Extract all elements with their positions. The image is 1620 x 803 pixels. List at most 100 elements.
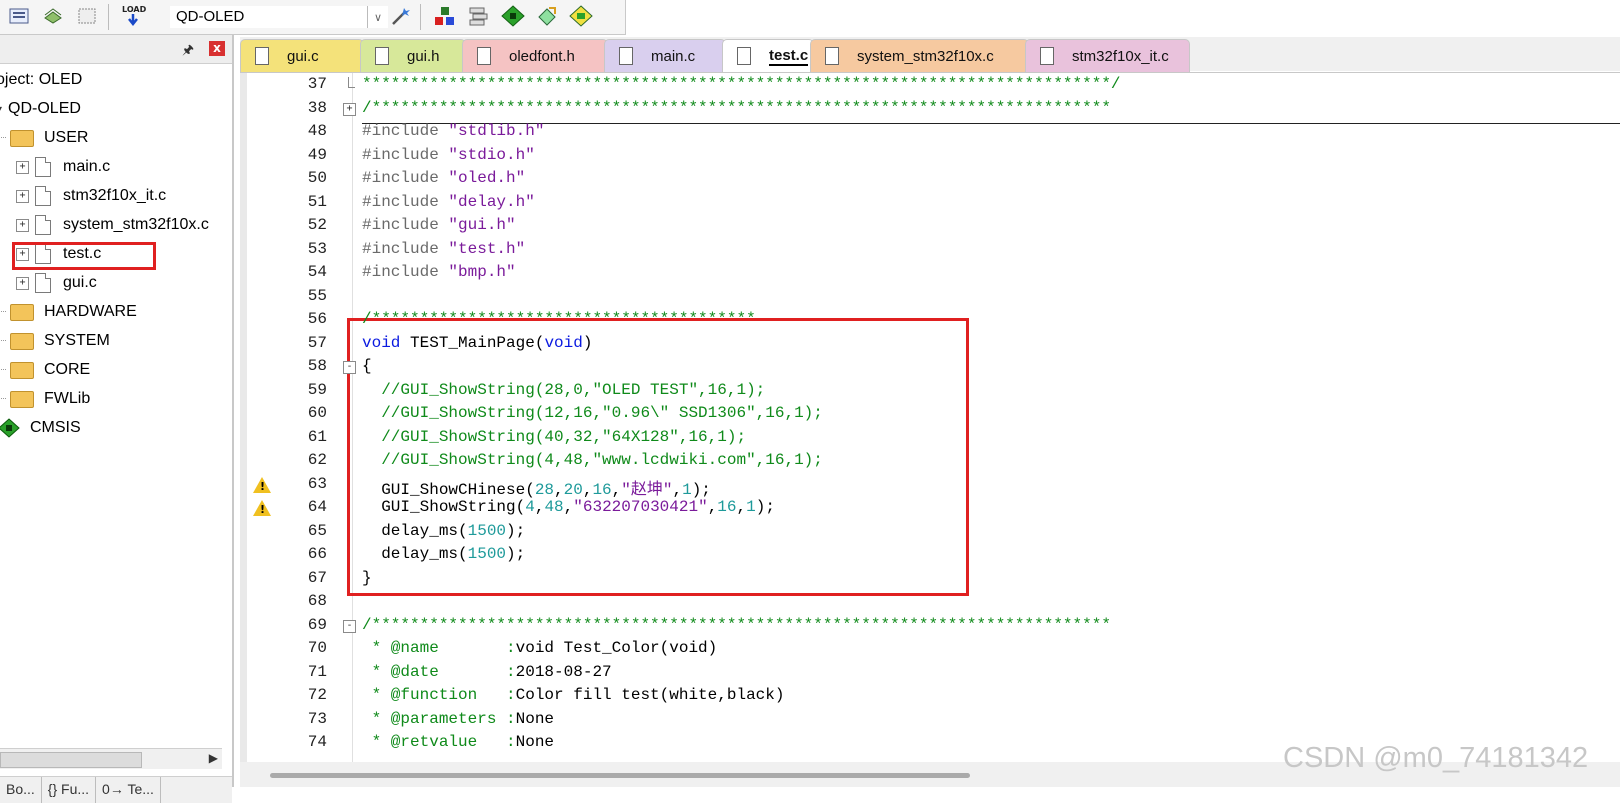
code-token: #include — [362, 169, 449, 187]
horizontal-scrollbar[interactable]: ▶ — [0, 748, 222, 769]
code-line[interactable]: /***************************************… — [362, 616, 1111, 634]
warning-icon[interactable]: ! — [253, 476, 271, 493]
tree-item[interactable]: ▾ QD-OLED — [0, 96, 81, 122]
project-panel-header: 🖈 x — [0, 35, 232, 64]
code-line[interactable]: GUI_ShowString(4,48,"632207030421",16,1)… — [362, 498, 775, 516]
pack-installer-icon[interactable] — [500, 3, 526, 29]
code-line[interactable]: #include "stdio.h" — [362, 146, 535, 164]
tree-item[interactable]: + system_stm32f10x.c — [16, 212, 209, 238]
code-line[interactable]: delay_ms(1500); — [362, 545, 525, 563]
close-icon[interactable]: x — [209, 41, 225, 56]
code-token: void — [362, 333, 401, 352]
tree-item-label: HARDWARE — [44, 303, 137, 320]
code-editor[interactable]: 37 **************************************… — [240, 72, 1620, 763]
tab-file[interactable]: main.c — [604, 39, 726, 72]
line-number: 61 — [307, 427, 327, 446]
code-line[interactable]: #include "test.h" — [362, 240, 525, 258]
code-line[interactable]: delay_ms(1500); — [362, 522, 525, 540]
select-packs-icon[interactable] — [534, 3, 560, 29]
target-select[interactable]: QD-OLED ∨ — [170, 6, 388, 28]
scrollbar-thumb[interactable] — [270, 773, 970, 778]
tree-item[interactable]: + gui.c — [16, 270, 97, 296]
tab-file[interactable]: gui.h — [360, 39, 466, 72]
tab-file[interactable]: system_stm32f10x.c — [810, 39, 1029, 72]
tree-connector — [0, 311, 6, 313]
code-line[interactable]: * @parameters :None — [362, 710, 554, 728]
tree-item[interactable]: + main.c — [16, 154, 110, 180]
code-line[interactable]: { — [362, 357, 372, 375]
code-line[interactable]: * @date :2018-08-27 — [362, 663, 612, 681]
code-token: None — [515, 709, 555, 728]
rebuild-icon[interactable] — [40, 3, 66, 29]
tree-item[interactable]: CORE — [0, 357, 90, 383]
expand-icon[interactable]: + — [16, 189, 29, 203]
tree-item[interactable]: SYSTEM — [0, 328, 110, 354]
code-token: ****************************************… — [362, 75, 1121, 93]
code-line[interactable]: //GUI_ShowString(40,32,"64X128",16,1); — [362, 428, 746, 446]
tab-file[interactable]: test.c — [722, 39, 814, 72]
fold-collapse-icon[interactable]: - — [343, 361, 356, 374]
file-icon — [35, 186, 51, 206]
code-line[interactable]: /***************************************… — [362, 99, 1111, 117]
code-line[interactable]: //GUI_ShowString(4,48,"www.lcdwiki.com",… — [362, 451, 823, 469]
tree-item[interactable]: CMSIS — [0, 415, 81, 441]
code-line[interactable]: #include "stdlib.h" — [362, 122, 544, 140]
code-token: #include — [362, 145, 449, 164]
code-line[interactable]: } — [362, 569, 372, 587]
code-token: "oled.h" — [448, 169, 526, 187]
fold-collapse-icon[interactable]: - — [343, 619, 356, 633]
options-wand-icon[interactable] — [388, 3, 414, 29]
code-line[interactable]: * @retvalue :None — [362, 733, 554, 751]
code-line[interactable]: GUI_ShowCHinese(28,20,16,"赵坤",1); — [362, 475, 711, 499]
tab-functions[interactable]: {} Fu... — [42, 777, 97, 803]
tab-books[interactable]: Bo... — [0, 777, 42, 803]
stack-icon[interactable] — [466, 3, 492, 29]
line-number: 66 — [307, 545, 327, 563]
chevron-down-icon[interactable]: ∨ — [367, 6, 388, 28]
batch-build-icon[interactable] — [6, 3, 32, 29]
download-icon[interactable]: LOAD — [120, 3, 146, 29]
code-line[interactable]: * @name :void Test_Color(void) — [362, 639, 718, 657]
tree-item[interactable]: HARDWARE — [0, 299, 137, 325]
runtime-env-icon[interactable] — [568, 3, 594, 29]
code-line[interactable]: //GUI_ShowString(12,16,"0.96\" SSD1306",… — [362, 404, 823, 422]
code-line[interactable]: #include "oled.h" — [362, 169, 525, 187]
warning-icon[interactable]: ! — [253, 500, 271, 516]
tab-file[interactable]: oledfont.h — [462, 39, 608, 72]
tab-file[interactable]: gui.c — [240, 39, 364, 72]
code-line[interactable]: //GUI_ShowString(28,0,"OLED TEST",16,1); — [362, 381, 765, 399]
tree-connector — [0, 398, 6, 400]
tree-item[interactable]: FWLib — [0, 386, 90, 412]
code-line[interactable]: #include "bmp.h" — [362, 263, 516, 281]
pin-icon[interactable]: 🖈 — [182, 41, 194, 63]
line-number: 37 — [307, 75, 327, 93]
tree-connector — [0, 369, 6, 371]
stop-build-icon[interactable] — [74, 3, 100, 29]
expand-icon[interactable]: + — [16, 276, 29, 290]
manage-components-icon[interactable] — [432, 3, 458, 29]
tree-item-label: CMSIS — [30, 419, 81, 436]
code-line[interactable]: void TEST_MainPage(void) — [362, 334, 592, 352]
tab-file[interactable]: stm32f10x_it.c — [1025, 39, 1190, 72]
tree-item[interactable]: oject: OLED — [0, 67, 82, 93]
code-token: , — [707, 498, 718, 516]
code-line[interactable]: #include "gui.h" — [362, 216, 516, 234]
scroll-right-icon[interactable]: ▶ — [209, 751, 218, 765]
code-line[interactable]: * @function :Color fill test(white,black… — [362, 686, 785, 704]
scrollbar-thumb[interactable] — [0, 752, 142, 768]
code-line[interactable]: #include "delay.h" — [362, 193, 535, 211]
code-token: 48 — [544, 498, 564, 516]
code-line[interactable]: /***************************************… — [362, 310, 756, 328]
fold-expand-icon[interactable]: + — [343, 102, 356, 116]
target-select-value: QD-OLED — [176, 8, 245, 25]
tree-item[interactable]: USER — [0, 125, 88, 151]
code-line[interactable]: ****************************************… — [362, 75, 1121, 93]
chevron-down-icon[interactable]: ▾ — [0, 102, 2, 116]
tree-item[interactable]: + stm32f10x_it.c — [16, 183, 166, 209]
file-icon — [825, 47, 839, 65]
tree-item-label: main.c — [63, 158, 111, 175]
tab-templates[interactable]: 0→ Te... — [96, 777, 161, 803]
line-number: 74 — [307, 733, 327, 751]
expand-icon[interactable]: + — [16, 218, 29, 232]
expand-icon[interactable]: + — [16, 160, 29, 174]
